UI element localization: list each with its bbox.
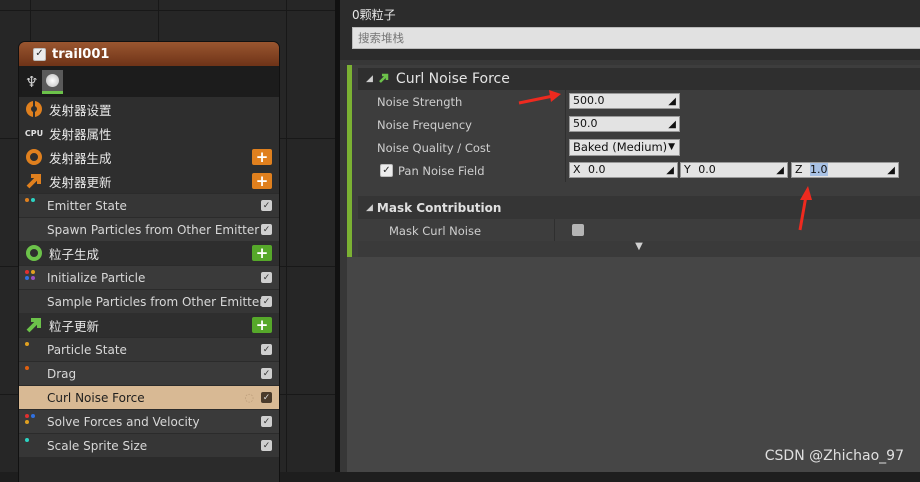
- module-enabled-checkbox[interactable]: ✓: [261, 296, 272, 307]
- refresh-icon: ◌: [244, 391, 254, 404]
- cpu-icon: CPU: [24, 128, 44, 138]
- module-enabled-checkbox[interactable]: ✓: [261, 200, 272, 211]
- module-color-dots: [25, 270, 37, 280]
- section-header[interactable]: ◢ Curl Noise Force: [358, 68, 920, 90]
- module-scale-sprite-size[interactable]: Scale Sprite Size ✓: [19, 433, 279, 457]
- pan-z-field[interactable]: Z 1.0 ◢: [791, 162, 899, 178]
- arrow-up-right-icon: [378, 72, 390, 87]
- prop-label: Noise Strength: [377, 94, 463, 109]
- module-solve-forces-velocity[interactable]: Solve Forces and Velocity ✓: [19, 409, 279, 433]
- prop-label: Pan Noise Field: [398, 163, 485, 178]
- prop-row-noise-frequency: Noise Frequency 50.0 ◢: [358, 113, 920, 136]
- drag-handle-icon[interactable]: ◢: [668, 95, 676, 109]
- details-empty-area: [347, 257, 920, 472]
- prop-label: Mask Curl Noise: [389, 223, 482, 238]
- drag-handle-icon[interactable]: ◢: [668, 118, 676, 132]
- add-module-button[interactable]: +: [252, 317, 272, 333]
- ring-icon: [25, 148, 43, 166]
- mask-contribution-header[interactable]: ◢ Mask Contribution: [358, 196, 920, 219]
- module-color-dots: [25, 366, 37, 376]
- prop-row-noise-strength: Noise Strength 500.0 ◢: [358, 90, 920, 113]
- prop-row-mask-curl-noise: Mask Curl Noise: [358, 219, 920, 242]
- prop-row-pan-noise-field: ✓ Pan Noise Field X 0.0 ◢ Y 0.0 ◢ Z 1.0 …: [358, 159, 920, 182]
- person-icon[interactable]: ♆: [25, 73, 38, 91]
- add-module-button[interactable]: +: [252, 149, 272, 165]
- noise-quality-dropdown[interactable]: Baked (Medium) ▼: [569, 139, 680, 156]
- stage-emitter-update[interactable]: 发射器更新 +: [19, 169, 279, 193]
- ring-icon: [25, 244, 43, 262]
- watermark: CSDN @Zhichao_97: [764, 448, 904, 464]
- drag-handle-icon[interactable]: ◢: [666, 164, 674, 178]
- stage-emitter-properties[interactable]: CPU 发射器属性: [19, 121, 279, 145]
- module-color-dots: [25, 198, 37, 208]
- stage-emitter-settings[interactable]: 发射器设置: [19, 97, 279, 121]
- pan-x-field[interactable]: X 0.0 ◢: [569, 162, 678, 178]
- red-arrow-annotation: [798, 186, 812, 231]
- emitter-node[interactable]: ✓ trail001 ♆ 发射器设置 CPU 发射器属性 发射器生成 + 发射器…: [19, 42, 279, 482]
- thumbnail-icon[interactable]: [42, 69, 64, 94]
- module-enabled-checkbox[interactable]: ✓: [261, 392, 272, 403]
- module-color-dots: [25, 342, 37, 352]
- module-curl-noise-force[interactable]: Curl Noise Force ◌ ✓: [19, 385, 279, 409]
- gear-icon: [25, 100, 43, 118]
- expand-more-bar[interactable]: ▼: [358, 241, 920, 257]
- particle-count: 0颗粒子: [352, 8, 396, 22]
- red-arrow-annotation: [518, 90, 561, 105]
- mask-curl-noise-checkbox[interactable]: [572, 224, 584, 236]
- module-enabled-checkbox[interactable]: ✓: [261, 416, 272, 427]
- module-enabled-checkbox[interactable]: ✓: [261, 344, 272, 355]
- module-drag[interactable]: Drag ✓: [19, 361, 279, 385]
- emitter-node-title: trail001: [52, 46, 110, 62]
- module-sample-from-other-emitter[interactable]: Sample Particles from Other Emitter ✓: [19, 289, 279, 313]
- module-enabled-checkbox[interactable]: ✓: [261, 224, 272, 235]
- expand-down-icon[interactable]: ▼: [635, 241, 643, 257]
- prop-label: Noise Quality / Cost: [377, 140, 491, 155]
- prop-label: Noise Frequency: [377, 117, 472, 132]
- emitter-node-header[interactable]: ✓ trail001: [19, 42, 279, 66]
- section-title: Curl Noise Force: [395, 71, 510, 87]
- module-particle-state[interactable]: Particle State ✓: [19, 337, 279, 361]
- stage-particle-update[interactable]: 粒子更新 +: [19, 313, 279, 337]
- drag-handle-icon[interactable]: ◢: [776, 164, 784, 178]
- details-panel: 0颗粒子 ◢ Curl Noise Force Noise Strength 5…: [340, 0, 920, 472]
- section-accent-bar: [347, 65, 352, 257]
- pan-noise-field-checkbox[interactable]: ✓: [380, 164, 393, 177]
- curl-noise-section: ◢ Curl Noise Force Noise Strength 500.0 …: [347, 65, 920, 257]
- node-graph-canvas[interactable]: ✓ trail001 ♆ 发射器设置 CPU 发射器属性 发射器生成 + 发射器…: [0, 0, 335, 482]
- stage-emitter-spawn[interactable]: 发射器生成 +: [19, 145, 279, 169]
- collapse-triangle-icon[interactable]: ◢: [366, 203, 373, 213]
- noise-frequency-field[interactable]: 50.0 ◢: [569, 116, 680, 132]
- noise-strength-field[interactable]: 500.0 ◢: [569, 93, 680, 109]
- module-initialize-particle[interactable]: Initialize Particle ✓: [19, 265, 279, 289]
- collapse-triangle-icon[interactable]: ◢: [366, 74, 373, 84]
- chevron-down-icon: ▼: [668, 142, 675, 152]
- module-color-dots: [25, 438, 37, 448]
- module-color-dots: [25, 414, 37, 424]
- module-enabled-checkbox[interactable]: ✓: [261, 272, 272, 283]
- stage-particle-spawn[interactable]: 粒子生成 +: [19, 241, 279, 265]
- details-header: 0颗粒子: [340, 0, 920, 60]
- add-module-button[interactable]: +: [252, 245, 272, 261]
- emitter-enabled-checkbox[interactable]: ✓: [33, 47, 46, 61]
- arrow-up-right-icon: [25, 172, 43, 190]
- module-spawn-from-other-emitter[interactable]: Spawn Particles from Other Emitter ✓: [19, 217, 279, 241]
- search-stack-input[interactable]: [352, 27, 920, 49]
- add-module-button[interactable]: +: [252, 173, 272, 189]
- prop-row-noise-quality: Noise Quality / Cost Baked (Medium) ▼: [358, 136, 920, 159]
- module-enabled-checkbox[interactable]: ✓: [261, 440, 272, 451]
- arrow-up-right-icon: [25, 316, 43, 334]
- module-emitter-state[interactable]: Emitter State ✓: [19, 193, 279, 217]
- emitter-icon-bar: ♆: [19, 66, 279, 97]
- module-enabled-checkbox[interactable]: ✓: [261, 368, 272, 379]
- drag-handle-icon[interactable]: ◢: [887, 164, 895, 178]
- pan-y-field[interactable]: Y 0.0 ◢: [680, 162, 788, 178]
